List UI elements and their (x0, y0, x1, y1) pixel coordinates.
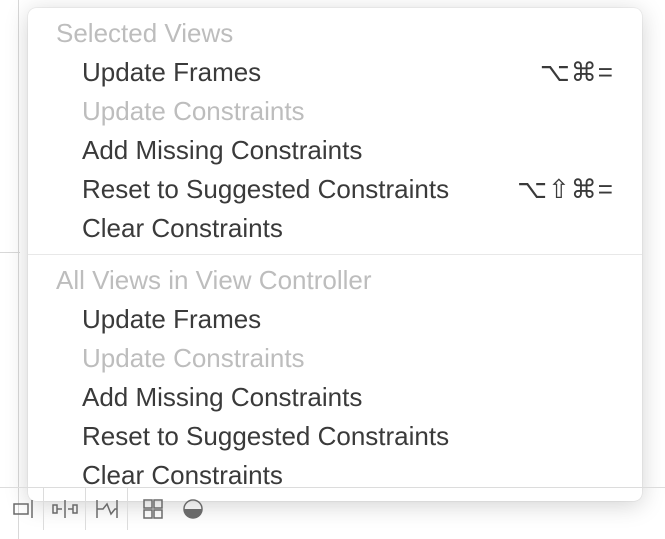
menu-item-label: Reset to Suggested Constraints (82, 174, 449, 205)
menu-header-selected-views: Selected Views (28, 14, 642, 53)
menu-item-clear-constraints[interactable]: Clear Constraints (28, 209, 642, 248)
menu-item-all-add-missing-constraints[interactable]: Add Missing Constraints (28, 378, 642, 417)
menu-item-shortcut: ⌥⇧⌘= (517, 174, 614, 205)
menu-item-reset-suggested-constraints[interactable]: Reset to Suggested Constraints ⌥⇧⌘= (28, 170, 642, 209)
align-right-icon[interactable] (2, 488, 44, 530)
bottom-toolbar (0, 487, 665, 529)
pin-icon[interactable] (86, 488, 128, 530)
menu-header-all-views: All Views in View Controller (28, 261, 642, 300)
menu-item-shortcut: ⌥⌘= (540, 57, 614, 88)
menu-item-update-constraints: Update Constraints (28, 92, 642, 131)
menu-item-label: Update Frames (82, 57, 261, 88)
menu-item-all-update-constraints: Update Constraints (28, 339, 642, 378)
resolve-issues-icon[interactable] (182, 498, 204, 520)
menu-item-all-update-frames[interactable]: Update Frames (28, 300, 642, 339)
menu-item-label: Clear Constraints (82, 213, 283, 244)
menu-item-label: Reset to Suggested Constraints (82, 421, 449, 452)
align-horizontal-icon[interactable] (44, 488, 86, 530)
menu-divider (28, 254, 642, 255)
constraints-popover-menu: Selected Views Update Frames ⌥⌘= Update … (28, 8, 642, 501)
menu-section-all-views: All Views in View Controller Update Fram… (28, 261, 642, 495)
menu-item-label: Add Missing Constraints (82, 382, 362, 413)
menu-item-all-reset-suggested-constraints[interactable]: Reset to Suggested Constraints (28, 417, 642, 456)
stack-icon[interactable] (142, 498, 164, 520)
menu-item-label: Update Constraints (82, 343, 305, 374)
menu-item-update-frames[interactable]: Update Frames ⌥⌘= (28, 53, 642, 92)
menu-item-add-missing-constraints[interactable]: Add Missing Constraints (28, 131, 642, 170)
menu-item-label: Update Constraints (82, 96, 305, 127)
menu-item-label: Update Frames (82, 304, 261, 335)
menu-item-label: Add Missing Constraints (82, 135, 362, 166)
menu-section-selected-views: Selected Views Update Frames ⌥⌘= Update … (28, 14, 642, 248)
